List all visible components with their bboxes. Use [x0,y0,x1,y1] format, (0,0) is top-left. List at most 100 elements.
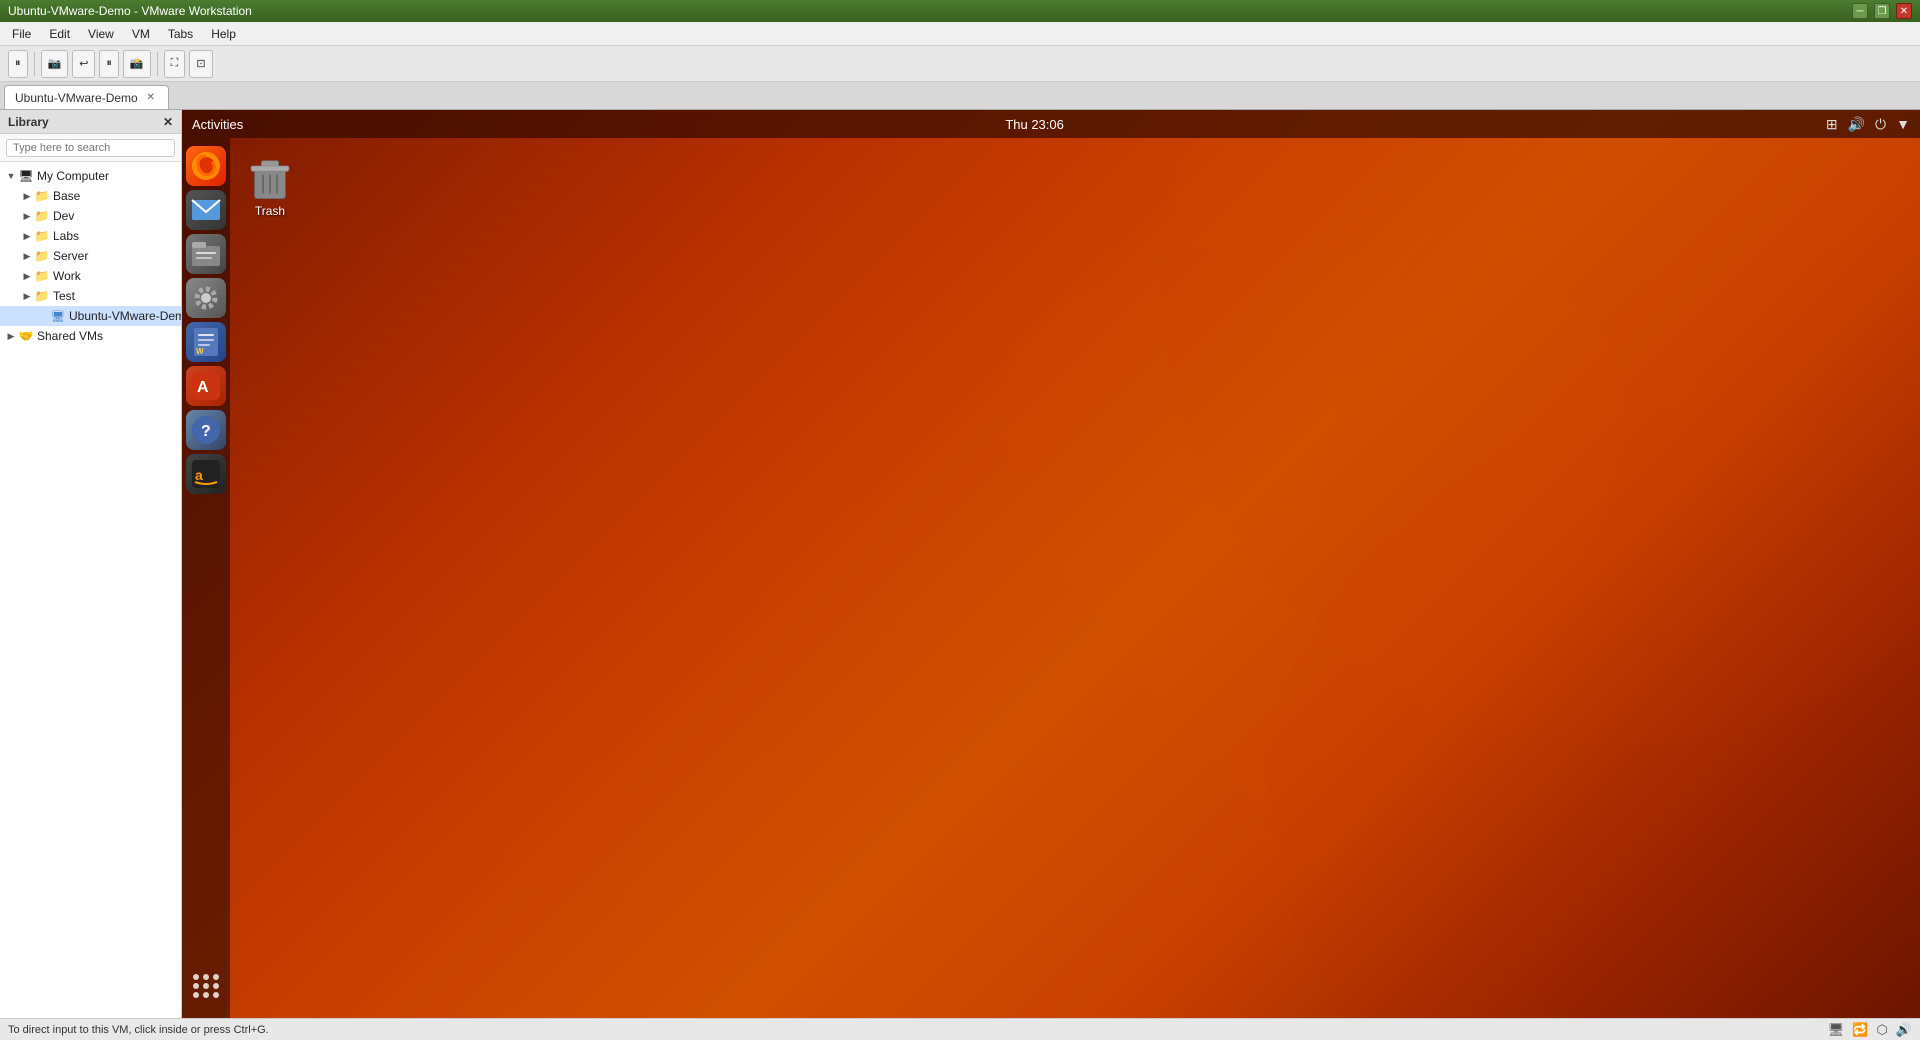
ubuntu-watermark [703,110,1920,1018]
shared-vms-label: Shared VMs [37,329,103,343]
sidebar-close-button[interactable]: ✕ [163,115,173,129]
sidebar-item-dev[interactable]: ▶ 📁 Dev [0,206,181,226]
snapshot-icon: 📸 [130,57,144,70]
svg-text:?: ? [201,423,211,440]
sidebar-item-base[interactable]: ▶ 📁 Base [0,186,181,206]
dock-icon-appstore[interactable]: A [186,366,226,406]
appstore-svg: A [188,368,224,404]
svg-text:a: a [195,467,203,483]
ubuntu-dock: W A ? [182,138,230,1018]
toggle-my-computer[interactable]: ▼ [4,169,18,183]
dot-grid-icon [193,974,220,998]
menu-help[interactable]: Help [203,25,244,43]
dock-icon-help[interactable]: ? [186,410,226,450]
toggle-dev[interactable]: ▶ [20,209,34,223]
shared-icon: 🤝 [18,328,34,344]
tab-close-button[interactable]: ✕ [144,91,158,105]
sidebar-item-my-computer[interactable]: ▼ 🖥 My Computer [0,166,181,186]
statusbar-right: 🖥 🔁 ⬡ 🔊 [1828,1022,1912,1038]
firefox-svg [188,148,224,184]
power-icon[interactable]: ⏻ [1875,116,1886,133]
window-title: Ubuntu-VMware-Demo - VMware Workstation [8,4,252,18]
toggle-labs[interactable]: ▶ [20,229,34,243]
toolbar-pause-button[interactable]: ⏸ [8,50,28,78]
menu-edit[interactable]: Edit [41,25,78,43]
dock-icon-settings[interactable] [186,278,226,318]
sidebar-item-server[interactable]: ▶ 📁 Server [0,246,181,266]
main-layout: Library ✕ ▼ 🖥 My Computer ▶ 📁 Base ▶ 📁 [0,110,1920,1018]
toolbar-snapshot-button[interactable]: 📸 [123,50,151,78]
files-svg [188,236,224,272]
my-computer-label: My Computer [37,169,109,183]
svg-text:W: W [196,347,204,356]
title-bar: Ubuntu-VMware-Demo - VMware Workstation … [0,0,1920,22]
network-icon[interactable]: ⊞ [1826,116,1838,133]
menu-tabs[interactable]: Tabs [160,25,201,43]
toolbar-suspend-button[interactable]: ⏸ [99,50,119,78]
svg-text:A: A [197,379,209,396]
toolbar-fullscreen-button[interactable]: ⛶ [164,50,186,78]
server-label: Server [53,249,88,263]
statusbar-usb-icon[interactable]: ⬡ [1876,1022,1887,1038]
folder-icon-labs: 📁 [34,228,50,244]
dock-icon-writer[interactable]: W [186,322,226,362]
panel-left: Activities [192,117,243,132]
dock-icon-mail[interactable] [186,190,226,230]
close-button[interactable]: ✕ [1896,3,1912,19]
minimize-button[interactable]: ─ [1852,3,1868,19]
sidebar-item-test[interactable]: ▶ 📁 Test [0,286,181,306]
toggle-server[interactable]: ▶ [20,249,34,263]
work-label: Work [53,269,81,283]
sidebar: Library ✕ ▼ 🖥 My Computer ▶ 📁 Base ▶ 📁 [0,110,182,1018]
mail-svg [188,192,224,228]
sidebar-item-labs[interactable]: ▶ 📁 Labs [0,226,181,246]
sidebar-header: Library ✕ [0,110,181,134]
unity-icon: ⊡ [196,57,205,70]
pause-icon: ⏸ [15,57,21,70]
sidebar-tree: ▼ 🖥 My Computer ▶ 📁 Base ▶ 📁 Dev ▶ 📁 Lab… [0,162,181,1018]
window-controls: ─ ❐ ✕ [1852,3,1912,19]
sidebar-item-work[interactable]: ▶ 📁 Work [0,266,181,286]
statusbar-network-icon[interactable]: 🔁 [1852,1022,1868,1038]
toggle-shared[interactable]: ▶ [4,329,18,343]
desktop-trash-icon[interactable]: Trash [242,150,298,222]
toggle-test[interactable]: ▶ [20,289,34,303]
menu-view[interactable]: View [80,25,122,43]
search-input[interactable] [6,139,175,157]
labs-label: Labs [53,229,79,243]
tab-ubuntu-vmware-demo[interactable]: Ubuntu-VMware-Demo ✕ [4,85,169,109]
menu-file[interactable]: File [4,25,39,43]
menu-vm[interactable]: VM [124,25,158,43]
vm-viewport[interactable]: Activities Thu 23:06 ⊞ 🔊 ⏻ ▼ [182,110,1920,1018]
toggle-work[interactable]: ▶ [20,269,34,283]
fullscreen-icon: ⛶ [171,57,179,70]
dock-icon-files[interactable] [186,234,226,274]
dock-icon-firefox[interactable] [186,146,226,186]
toolbar-revert-button[interactable]: ↩ [72,50,95,78]
ubuntu-desktop[interactable]: Activities Thu 23:06 ⊞ 🔊 ⏻ ▼ [182,110,1920,1018]
folder-icon-test: 📁 [34,288,50,304]
folder-icon-work: 📁 [34,268,50,284]
trash-label: Trash [255,204,285,218]
statusbar-vm-icon[interactable]: 🖥 [1828,1022,1845,1038]
writer-svg: W [188,324,224,360]
ubuntu-top-panel: Activities Thu 23:06 ⊞ 🔊 ⏻ ▼ [182,110,1920,138]
revert-icon: ↩ [79,57,88,70]
restore-button[interactable]: ❐ [1874,3,1890,19]
toolbar-unity-button[interactable]: ⊡ [189,50,212,78]
toolbar-screenshot-button[interactable]: 📷 [41,50,69,78]
toolbar: ⏸ 📷 ↩ ⏸ 📸 ⛶ ⊡ [0,46,1920,82]
panel-menu-arrow[interactable]: ▼ [1896,116,1910,132]
toggle-base[interactable]: ▶ [20,189,34,203]
activities-button[interactable]: Activities [192,117,243,132]
dock-show-apps-button[interactable] [186,966,226,1006]
folder-icon-dev: 📁 [34,208,50,224]
dock-icon-amazon[interactable]: a [186,454,226,494]
folder-icon-server: 📁 [34,248,50,264]
sidebar-item-shared-vms[interactable]: ▶ 🤝 Shared VMs [0,326,181,346]
statusbar-audio-icon[interactable]: 🔊 [1896,1022,1912,1038]
volume-icon[interactable]: 🔊 [1848,116,1865,133]
folder-icon-base: 📁 [34,188,50,204]
sidebar-item-ubuntu-vmware-demo[interactable]: ▶ 🖥 Ubuntu-VMware-Demo [0,306,181,326]
test-label: Test [53,289,75,303]
